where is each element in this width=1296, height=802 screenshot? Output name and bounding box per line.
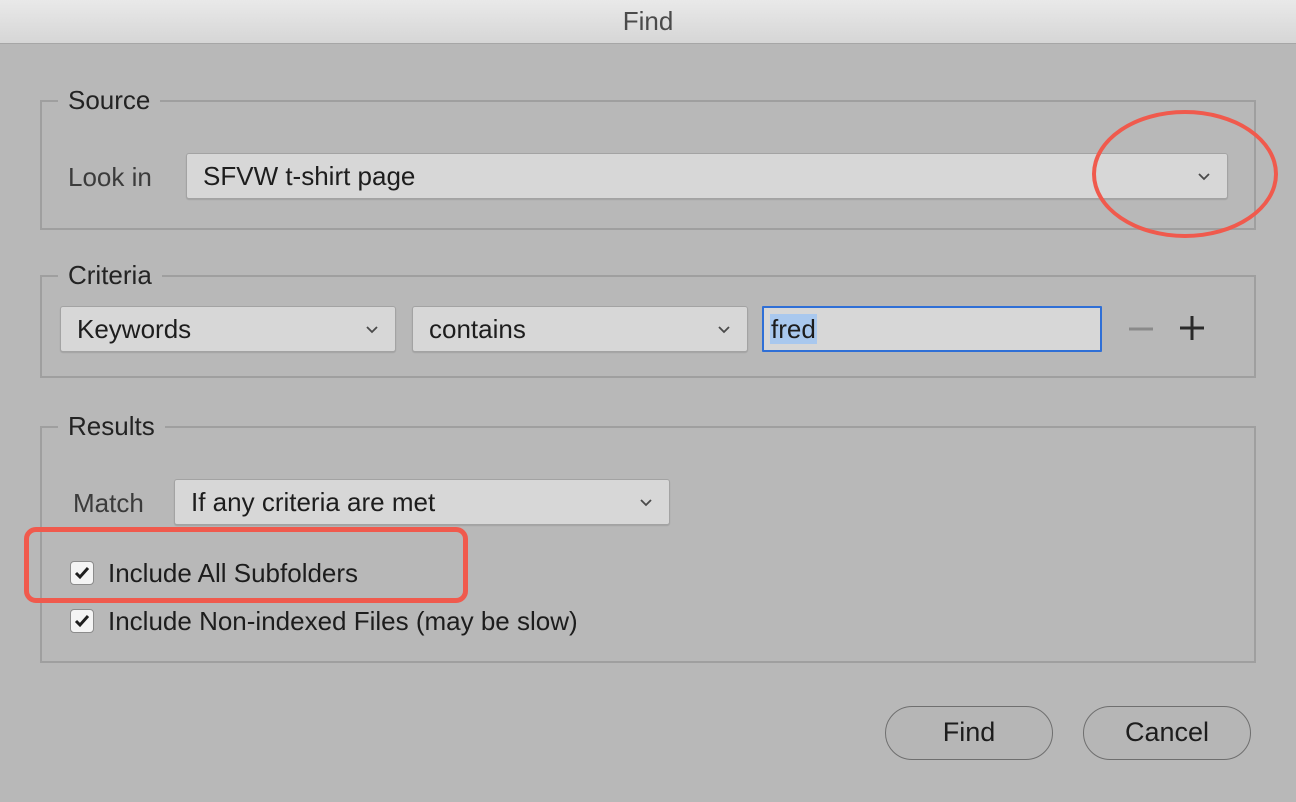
criteria-search-input[interactable]: fred: [762, 306, 1102, 352]
chevron-down-icon: [366, 326, 378, 334]
criteria-search-value: fred: [770, 314, 817, 344]
find-button[interactable]: Find: [885, 706, 1053, 760]
include-nonindexed-label: Include Non-indexed Files (may be slow): [108, 606, 578, 636]
include-subfolders-checkbox[interactable]: [70, 561, 94, 586]
include-subfolders-label: Include All Subfolders: [108, 558, 359, 588]
plus-icon[interactable]: [1177, 313, 1207, 343]
look-in-label: Look in: [68, 162, 152, 192]
include-subfolders-option[interactable]: Include All Subfolders: [70, 555, 358, 591]
include-nonindexed-checkbox[interactable]: [70, 609, 94, 634]
results-legend: Results: [58, 408, 165, 444]
source-legend: Source: [58, 82, 161, 118]
look-in-value: SFVW t-shirt page: [203, 161, 416, 191]
match-select[interactable]: If any criteria are met: [174, 479, 670, 525]
match-value: If any criteria are met: [191, 487, 436, 517]
window-title: Find: [0, 0, 1296, 44]
chevron-down-icon: [640, 499, 652, 507]
cancel-button[interactable]: Cancel: [1083, 706, 1251, 760]
criteria-operator-value: contains: [429, 314, 526, 344]
chevron-down-icon: [718, 326, 730, 334]
criteria-operator-select[interactable]: contains: [412, 306, 748, 352]
find-dialog: Find Source Look in SFVW t-shirt page Cr…: [0, 0, 1296, 802]
include-nonindexed-option[interactable]: Include Non-indexed Files (may be slow): [70, 603, 578, 639]
chevron-down-icon: [1198, 173, 1210, 181]
criteria-legend: Criteria: [58, 257, 162, 293]
look-in-select[interactable]: SFVW t-shirt page: [186, 153, 1228, 199]
match-label: Match: [73, 488, 144, 518]
checkmark-icon: [74, 615, 90, 628]
minus-icon[interactable]: [1126, 314, 1156, 344]
criteria-field-value: Keywords: [77, 314, 192, 344]
criteria-field-select[interactable]: Keywords: [60, 306, 396, 352]
checkmark-icon: [74, 567, 90, 580]
